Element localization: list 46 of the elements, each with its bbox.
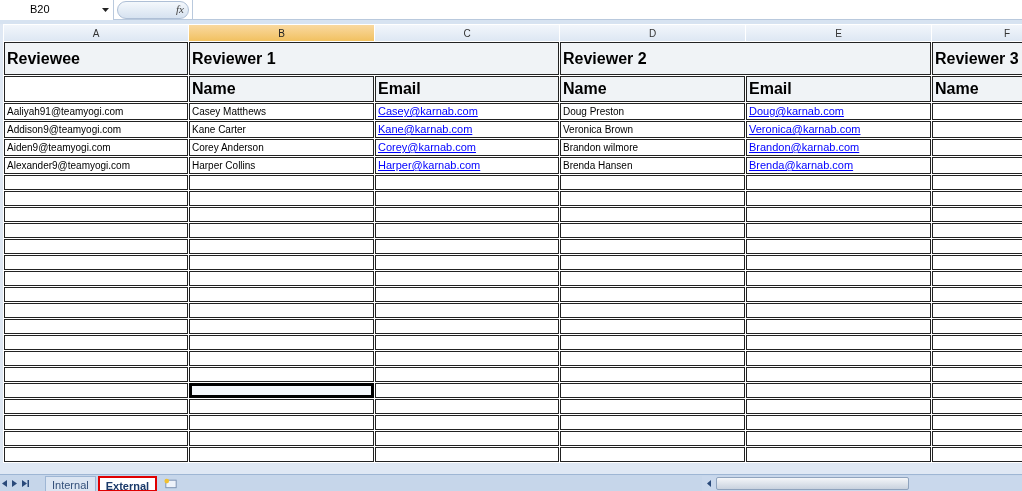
table-cell: Kane Carter	[189, 121, 374, 138]
table-cell: Brandon wilmore	[560, 139, 745, 156]
table-cell: Addison9@teamyogi.com	[4, 121, 188, 138]
table-cell: Corey Anderson	[189, 139, 374, 156]
table-cell: Aaliyah91@teamyogi.com	[4, 103, 188, 120]
function-icon[interactable]: fx	[176, 1, 184, 18]
header-cell: Name	[932, 76, 1022, 102]
header-cell: Name	[560, 76, 745, 102]
table-cell: Aiden9@teamyogi.com	[4, 139, 188, 156]
left-arrow-icon	[707, 479, 712, 487]
header-cell: Reviewer 1	[189, 42, 559, 75]
header-cell: Email	[746, 76, 931, 102]
email-link[interactable]: Casey@karnab.com	[378, 105, 478, 117]
sheet-tab[interactable]: Internal	[45, 475, 96, 491]
name-box-text: B20	[29, 2, 50, 18]
header-cell: Reviewer 3	[932, 42, 1022, 75]
table-cell: Casey Matthews	[189, 103, 374, 120]
email-link[interactable]: Veronica@karnab.com	[749, 123, 861, 135]
sheet-tab[interactable]: External	[97, 475, 158, 491]
header-cell: Email	[375, 76, 559, 102]
header-cell: Reviewee	[4, 42, 188, 75]
last-sheet-arrow-icon[interactable]	[22, 479, 29, 487]
column-header[interactable]: F	[932, 25, 1022, 41]
horizontal-scroll-thumb[interactable]	[716, 476, 910, 490]
column-header[interactable]: B	[189, 25, 374, 41]
table-cell: Brenda Hansen	[560, 157, 745, 174]
dropdown-caret-icon	[102, 7, 109, 12]
email-link[interactable]: Corey@karnab.com	[378, 141, 476, 153]
column-header[interactable]: E	[746, 25, 931, 41]
table-cell: Harper Collins	[189, 157, 374, 174]
header-cell: Reviewer 2	[560, 42, 931, 75]
column-header[interactable]: C	[375, 25, 559, 41]
name-box[interactable]: B20	[0, 0, 114, 20]
email-link[interactable]: Harper@karnab.com	[378, 159, 481, 171]
column-header[interactable]: D	[560, 25, 745, 41]
email-link[interactable]: Kane@karnab.com	[378, 123, 473, 135]
table-cell: Veronica Brown	[560, 121, 745, 138]
table-cell: Doug Preston	[560, 103, 745, 120]
column-header[interactable]: A	[4, 25, 188, 41]
table-cell: Alexander9@teamyogi.com	[4, 157, 188, 174]
email-link[interactable]: Doug@karnab.com	[749, 105, 844, 117]
email-link[interactable]: Brenda@karnab.com	[749, 159, 854, 171]
email-link[interactable]: Brandon@karnab.com	[749, 141, 860, 153]
next-sheet-arrow-icon[interactable]	[12, 479, 17, 487]
header-cell: Name	[189, 76, 374, 102]
first-sheet-arrow-icon[interactable]	[2, 479, 7, 487]
